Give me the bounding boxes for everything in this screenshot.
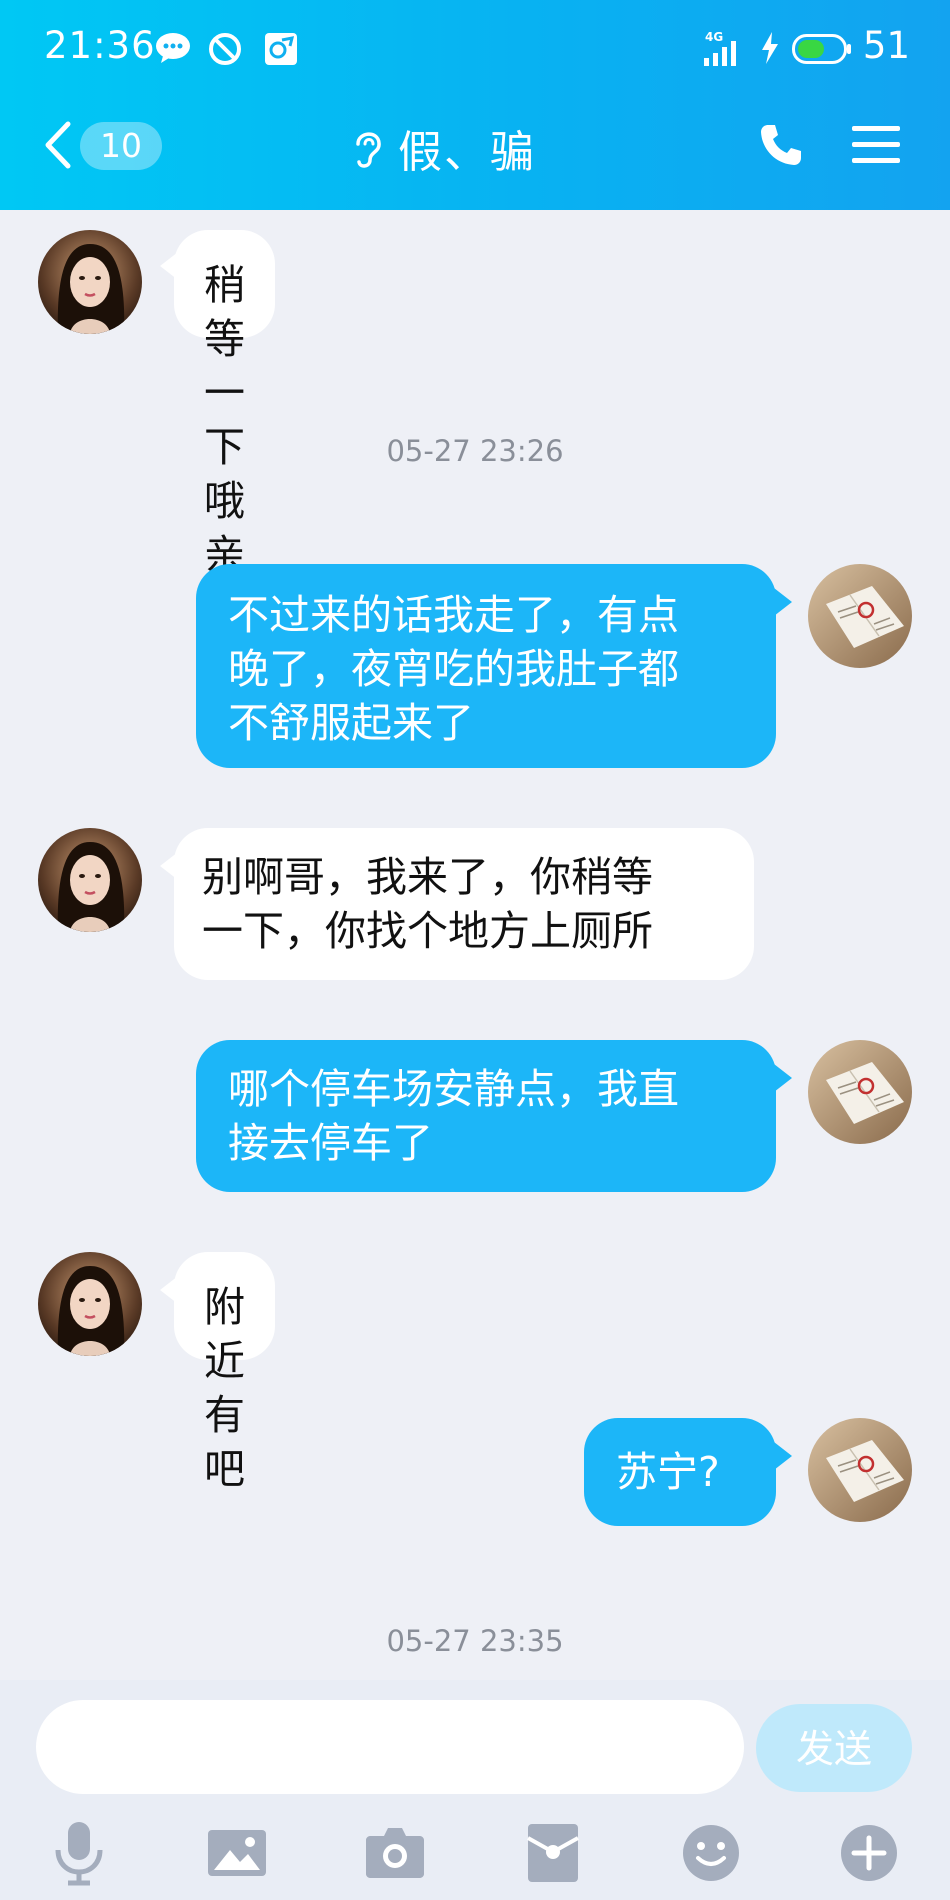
message-bubble[interactable]: 别啊哥，我来了，你稍等 一下，你找个地方上厕所 — [174, 828, 754, 980]
ear-icon — [356, 132, 381, 168]
red-packet-icon[interactable] — [518, 1818, 588, 1888]
emoji-icon[interactable] — [676, 1818, 746, 1888]
message-input[interactable] — [36, 1700, 744, 1794]
status-time: 21:36 — [44, 24, 156, 67]
message-text: 稍等一下哦亲 — [204, 261, 245, 579]
top-bar: 21:36 4G 51 10 假、骗 — [0, 0, 950, 210]
phone-call-icon[interactable] — [758, 122, 804, 168]
signal-icon — [704, 41, 736, 66]
message-text-line: 晚了，夜宵吃的我肚子都 — [228, 645, 679, 693]
do-not-disturb-icon — [209, 33, 241, 65]
battery-icon — [792, 34, 851, 64]
my-avatar[interactable] — [808, 564, 912, 668]
send-button[interactable]: 发送 — [756, 1704, 912, 1792]
plus-icon[interactable] — [834, 1818, 904, 1888]
chat-title-area[interactable]: 假、骗 — [350, 118, 536, 178]
message-text-line: 不舒服起来了 — [228, 699, 474, 747]
my-avatar[interactable] — [808, 1040, 912, 1144]
message-bubble[interactable]: 不过来的话我走了，有点 晚了，夜宵吃的我肚子都 不舒服起来了 — [196, 564, 776, 768]
message-text: 苏宁? — [616, 1448, 720, 1496]
message-timestamp: 05-27 23:26 — [386, 434, 564, 468]
contact-avatar[interactable] — [38, 230, 142, 334]
message-text: 附近有吧 — [204, 1283, 245, 1493]
contact-avatar[interactable] — [38, 828, 142, 932]
message-timestamp: 05-27 23:35 — [386, 1624, 564, 1658]
menu-icon[interactable] — [852, 124, 900, 166]
message-bubble[interactable]: 附近有吧 — [174, 1252, 275, 1493]
message-text-line: 一下，你找个地方上厕所 — [202, 907, 653, 955]
message-bubble[interactable]: 苏宁? — [584, 1418, 776, 1526]
chat-notification-icon — [156, 33, 190, 63]
message-text-line: 接去停车了 — [228, 1119, 433, 1167]
nav-bar: 10 假、骗 — [0, 100, 950, 210]
back-arrow-icon[interactable] — [38, 120, 78, 170]
charging-icon — [762, 32, 778, 64]
message-text-line: 哪个停车场安静点，我直 — [228, 1065, 679, 1113]
image-icon[interactable] — [202, 1818, 272, 1888]
message-text-line: 别啊哥，我来了，你稍等 — [202, 853, 653, 901]
unread-count-badge[interactable]: 10 — [80, 122, 162, 170]
chat-title: 假、骗 — [398, 127, 536, 178]
bubble-tail — [774, 1064, 792, 1092]
battery-level: 51 — [862, 24, 910, 67]
message-text-line: 不过来的话我走了，有点 — [228, 591, 679, 639]
microphone-icon[interactable] — [44, 1818, 114, 1888]
contact-avatar[interactable] — [38, 1252, 142, 1356]
camera-icon[interactable] — [360, 1818, 430, 1888]
status-bar: 21:36 4G 51 — [0, 0, 950, 100]
message-bubble[interactable]: 稍等一下哦亲 — [174, 230, 275, 579]
bubble-tail — [774, 1442, 792, 1470]
my-avatar[interactable] — [808, 1418, 912, 1522]
bubble-tail — [774, 588, 792, 616]
app-notification-icon — [265, 33, 297, 65]
message-bubble[interactable]: 哪个停车场安静点，我直 接去停车了 — [196, 1040, 776, 1192]
input-bar: 发送 — [0, 1680, 950, 1900]
